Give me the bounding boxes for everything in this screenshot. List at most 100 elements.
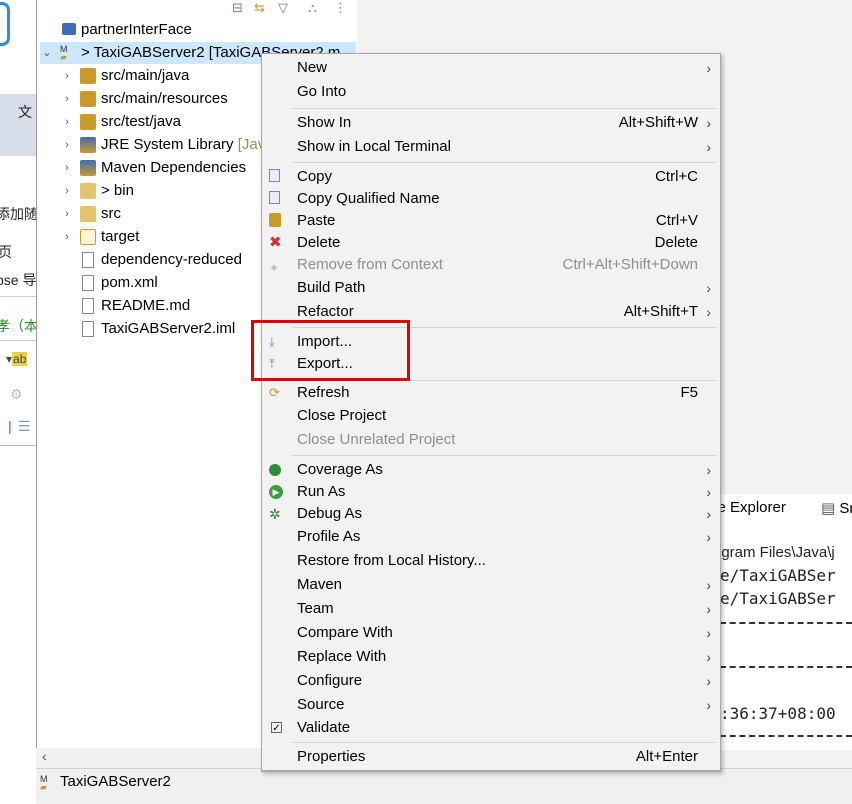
xml-file-icon <box>82 252 94 268</box>
background-text: pse 导 <box>0 272 36 288</box>
chevron-right-icon: › <box>706 484 711 500</box>
toolbar-icon: | <box>8 418 12 434</box>
chevron-right-icon: › <box>706 462 711 478</box>
status-bar: M ▰ TaxiGABServer2 <box>36 768 852 804</box>
menu-item-close-project[interactable]: Close Project <box>262 405 720 427</box>
view-tab-snippets[interactable]: ▤ Sn <box>821 499 852 517</box>
checkbox-checked-icon: ✓ <box>271 722 282 734</box>
view-menu-icon[interactable]: ⋮ <box>334 0 347 16</box>
toolbar-icon: ▾ab <box>6 352 28 366</box>
menu-item-restore-local-history[interactable]: Restore from Local History... <box>262 550 720 572</box>
menu-item-properties[interactable]: Properties Alt+Enter <box>261 746 721 771</box>
menu-item-copy[interactable]: Copy Ctrl+C <box>262 166 720 188</box>
console-line: rogram Files\Java\j <box>708 544 835 561</box>
app-icon <box>0 2 10 46</box>
menu-item-configure[interactable]: Configure › <box>262 670 720 692</box>
menu-item-debug-as[interactable]: ✲ Debug As › <box>262 503 720 525</box>
chevron-right-icon[interactable]: › <box>62 180 72 202</box>
menu-item-coverage-as[interactable]: Coverage As › <box>262 459 720 481</box>
chevron-right-icon: › <box>706 601 711 617</box>
menu-item-replace-with[interactable]: Replace With › <box>262 646 720 668</box>
folder-icon <box>80 206 96 222</box>
background-window-strip: 文 添加随 页 pse 导 孝（本 ▾ab ⚙ | ☰ <box>0 0 36 803</box>
status-label: TaxiGABServer2 <box>60 773 171 790</box>
chevron-right-icon[interactable]: › <box>62 226 72 248</box>
copy-qualified-icon <box>269 191 280 204</box>
menu-item-run-as[interactable]: ▶ Run As › <box>262 481 720 503</box>
menu-item-build-path[interactable]: Build Path › <box>262 277 720 299</box>
source-folder-icon <box>80 68 96 84</box>
chevron-right-icon: › <box>706 304 711 320</box>
menu-item-source[interactable]: Source › <box>262 694 720 716</box>
remove-context-icon: ✦ <box>269 261 280 275</box>
background-text: 页 <box>0 244 12 260</box>
menu-item-show-in-local-terminal[interactable]: Show in Local Terminal › <box>262 136 720 158</box>
menu-item-team[interactable]: Team › <box>262 598 720 620</box>
chevron-right-icon[interactable]: › <box>62 203 72 225</box>
run-icon: ▶ <box>269 485 283 499</box>
menu-item-show-in[interactable]: Show In Alt+Shift+W › <box>262 112 720 134</box>
source-folder-icon <box>80 91 96 107</box>
console-separator <box>720 622 852 624</box>
context-menu: New › Go Into Show In Alt+Shift+W › Show in… <box>261 53 721 772</box>
console-line: e/TaxiGABSer <box>720 589 836 608</box>
coverage-icon <box>269 464 281 476</box>
chevron-right-icon[interactable]: › <box>62 134 72 156</box>
console-line: e/TaxiGABSer <box>720 566 836 585</box>
chevron-right-icon: › <box>706 506 711 522</box>
menu-item-delete[interactable]: ✖ Delete Delete <box>262 232 720 254</box>
filter-icon[interactable]: ▽ <box>278 0 288 16</box>
background-text: 添加随 <box>0 206 36 222</box>
link-with-editor-icon[interactable]: ⇆ <box>254 0 265 16</box>
console-separator <box>720 735 852 737</box>
paste-icon <box>269 213 281 227</box>
focus-icon[interactable]: ⛬ <box>308 0 317 16</box>
menu-item-copy-qualified-name[interactable]: Copy Qualified Name <box>262 188 720 210</box>
menu-item-go-into[interactable]: Go Into <box>262 81 720 103</box>
menu-item-new[interactable]: New › <box>262 57 720 79</box>
refresh-icon: ⟳ <box>269 385 280 400</box>
chevron-right-icon[interactable]: › <box>62 88 72 110</box>
xml-file-icon <box>82 275 94 291</box>
toolbar-icon: ☰ <box>18 418 31 434</box>
console-separator <box>720 666 852 668</box>
scroll-left-icon[interactable]: ‹ <box>42 748 47 764</box>
menu-item-close-unrelated-project[interactable]: Close Unrelated Project <box>262 429 720 451</box>
source-folder-icon <box>80 114 96 130</box>
maven-project-icon: M ▰ <box>60 44 68 62</box>
delete-icon: ✖ <box>269 234 282 251</box>
chevron-down-icon[interactable]: ⌄ <box>42 42 52 64</box>
chevron-right-icon: › <box>706 697 711 713</box>
chevron-right-icon: › <box>706 625 711 641</box>
menu-item-maven[interactable]: Maven › <box>262 574 720 596</box>
snippets-icon: ▤ <box>821 500 836 517</box>
chevron-right-icon: › <box>706 115 711 131</box>
menu-item-paste[interactable]: Paste Ctrl+V <box>262 210 720 232</box>
chevron-right-icon[interactable]: › <box>62 111 72 133</box>
chevron-right-icon: › <box>706 649 711 665</box>
chevron-right-icon: › <box>706 577 711 593</box>
project-icon <box>62 23 76 35</box>
menu-item-validate[interactable]: ✓ Validate <box>262 717 720 739</box>
chevron-right-icon: › <box>706 60 711 76</box>
debug-icon: ✲ <box>269 506 281 522</box>
file-icon <box>82 321 94 337</box>
folder-icon <box>80 229 96 245</box>
explorer-toolbar: ⊟ ⇆ ▽ ⛬ ⋮ <box>228 0 356 18</box>
collapse-all-icon[interactable]: ⊟ <box>232 0 243 16</box>
console-line: :36:37+08:00 <box>720 704 836 723</box>
chevron-right-icon: › <box>706 280 711 296</box>
menu-item-profile-as[interactable]: Profile As › <box>262 526 720 548</box>
chevron-right-icon[interactable]: › <box>62 65 72 87</box>
background-text: 孝（本 <box>0 318 36 334</box>
chevron-right-icon[interactable]: › <box>62 157 72 179</box>
menu-item-refresh[interactable]: ⟳ Refresh F5 <box>262 382 720 404</box>
menu-item-remove-from-context[interactable]: ✦ Remove from Context Ctrl+Alt+Shift+Down <box>262 254 720 276</box>
library-icon <box>80 137 96 153</box>
toolbar-icon: ⚙ <box>10 386 23 402</box>
background-tab-label: 文 <box>18 104 32 120</box>
chevron-right-icon: › <box>706 529 711 545</box>
folder-icon <box>80 183 96 199</box>
menu-item-compare-with[interactable]: Compare With › <box>262 622 720 644</box>
markdown-file-icon <box>82 298 94 314</box>
